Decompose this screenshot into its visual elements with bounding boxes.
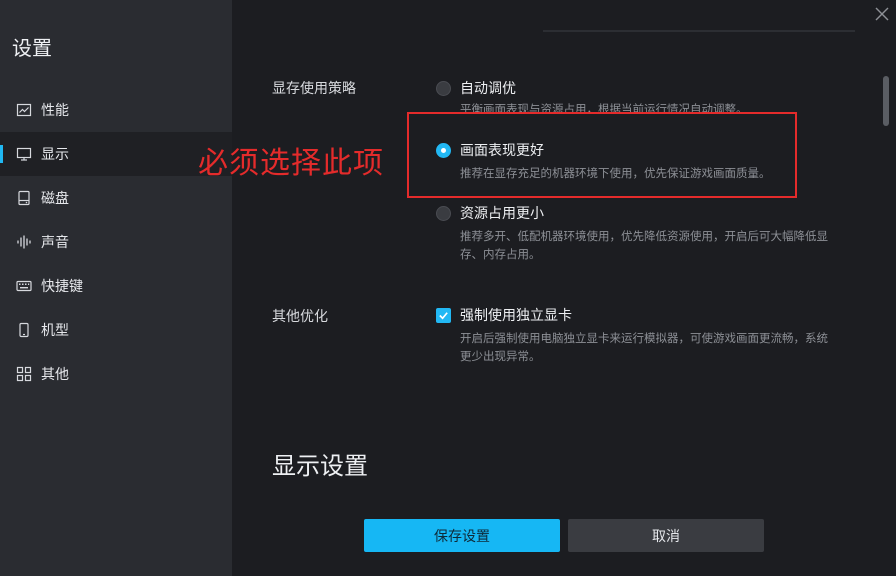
sidebar-item-sound[interactable]: 声音 [0, 220, 232, 264]
sidebar-item-label: 磁盘 [41, 191, 69, 207]
sidebar-item-performance[interactable]: 性能 [0, 88, 232, 132]
checkbox-force-dgpu[interactable]: 强制使用独立显卡 [436, 305, 572, 325]
option-description: 推荐多开、低配机器环境使用，优先降低资源使用，开启后可大幅降低显 [460, 229, 828, 243]
option-label: 自动调优 [460, 81, 516, 97]
option-description: 存、内存占用。 [460, 247, 541, 261]
sidebar-item-model[interactable]: 机型 [0, 308, 232, 352]
display-settings-heading: 显示设置 [272, 452, 368, 480]
phone-icon [16, 322, 32, 338]
grid-icon [16, 366, 32, 382]
sidebar-item-label: 性能 [41, 103, 69, 119]
cancel-button[interactable]: 取消 [568, 519, 764, 552]
sound-wave-icon [16, 234, 32, 250]
sidebar-item-label: 机型 [41, 323, 69, 339]
radio-icon[interactable] [436, 80, 451, 96]
scrollbar[interactable] [883, 76, 889, 126]
divider [543, 30, 855, 32]
radio-icon[interactable] [436, 205, 451, 221]
sidebar: 设置 性能 显示 磁盘 声音 快捷键 机型 其他 [0, 0, 232, 576]
checkbox-checked-icon[interactable] [436, 307, 451, 323]
sidebar-item-label: 快捷键 [41, 279, 83, 295]
checkbox-label: 强制使用独立显卡 [460, 308, 572, 324]
sidebar-item-label: 声音 [41, 235, 69, 251]
sidebar-item-disk[interactable]: 磁盘 [0, 176, 232, 220]
keyboard-icon [16, 278, 32, 294]
other-optimization-label: 其他优化 [272, 309, 328, 325]
sidebar-item-label: 其他 [41, 367, 69, 383]
annotation-text: 必须选择此项 [198, 146, 384, 181]
radio-auto-tune[interactable]: 自动调优 [436, 78, 516, 98]
save-button[interactable]: 保存设置 [364, 519, 560, 552]
sidebar-title: 设置 [12, 36, 52, 60]
memory-strategy-label: 显存使用策略 [272, 81, 356, 97]
sidebar-item-shortcuts[interactable]: 快捷键 [0, 264, 232, 308]
option-label: 资源占用更小 [460, 206, 544, 222]
radio-less-resource[interactable]: 资源占用更小 [436, 203, 544, 223]
close-icon [875, 7, 889, 21]
sidebar-item-other[interactable]: 其他 [0, 352, 232, 396]
disk-icon [16, 190, 32, 206]
sidebar-item-label: 显示 [41, 147, 69, 163]
close-button[interactable] [872, 4, 892, 24]
highlight-box [407, 112, 797, 198]
checkbox-description: 更少出现异常。 [460, 349, 541, 363]
checkbox-description: 开启后强制使用电脑独立显卡来运行模拟器，可使游戏画面更流畅，系统 [460, 331, 828, 345]
monitor-icon [16, 146, 32, 162]
chart-icon [16, 102, 32, 118]
